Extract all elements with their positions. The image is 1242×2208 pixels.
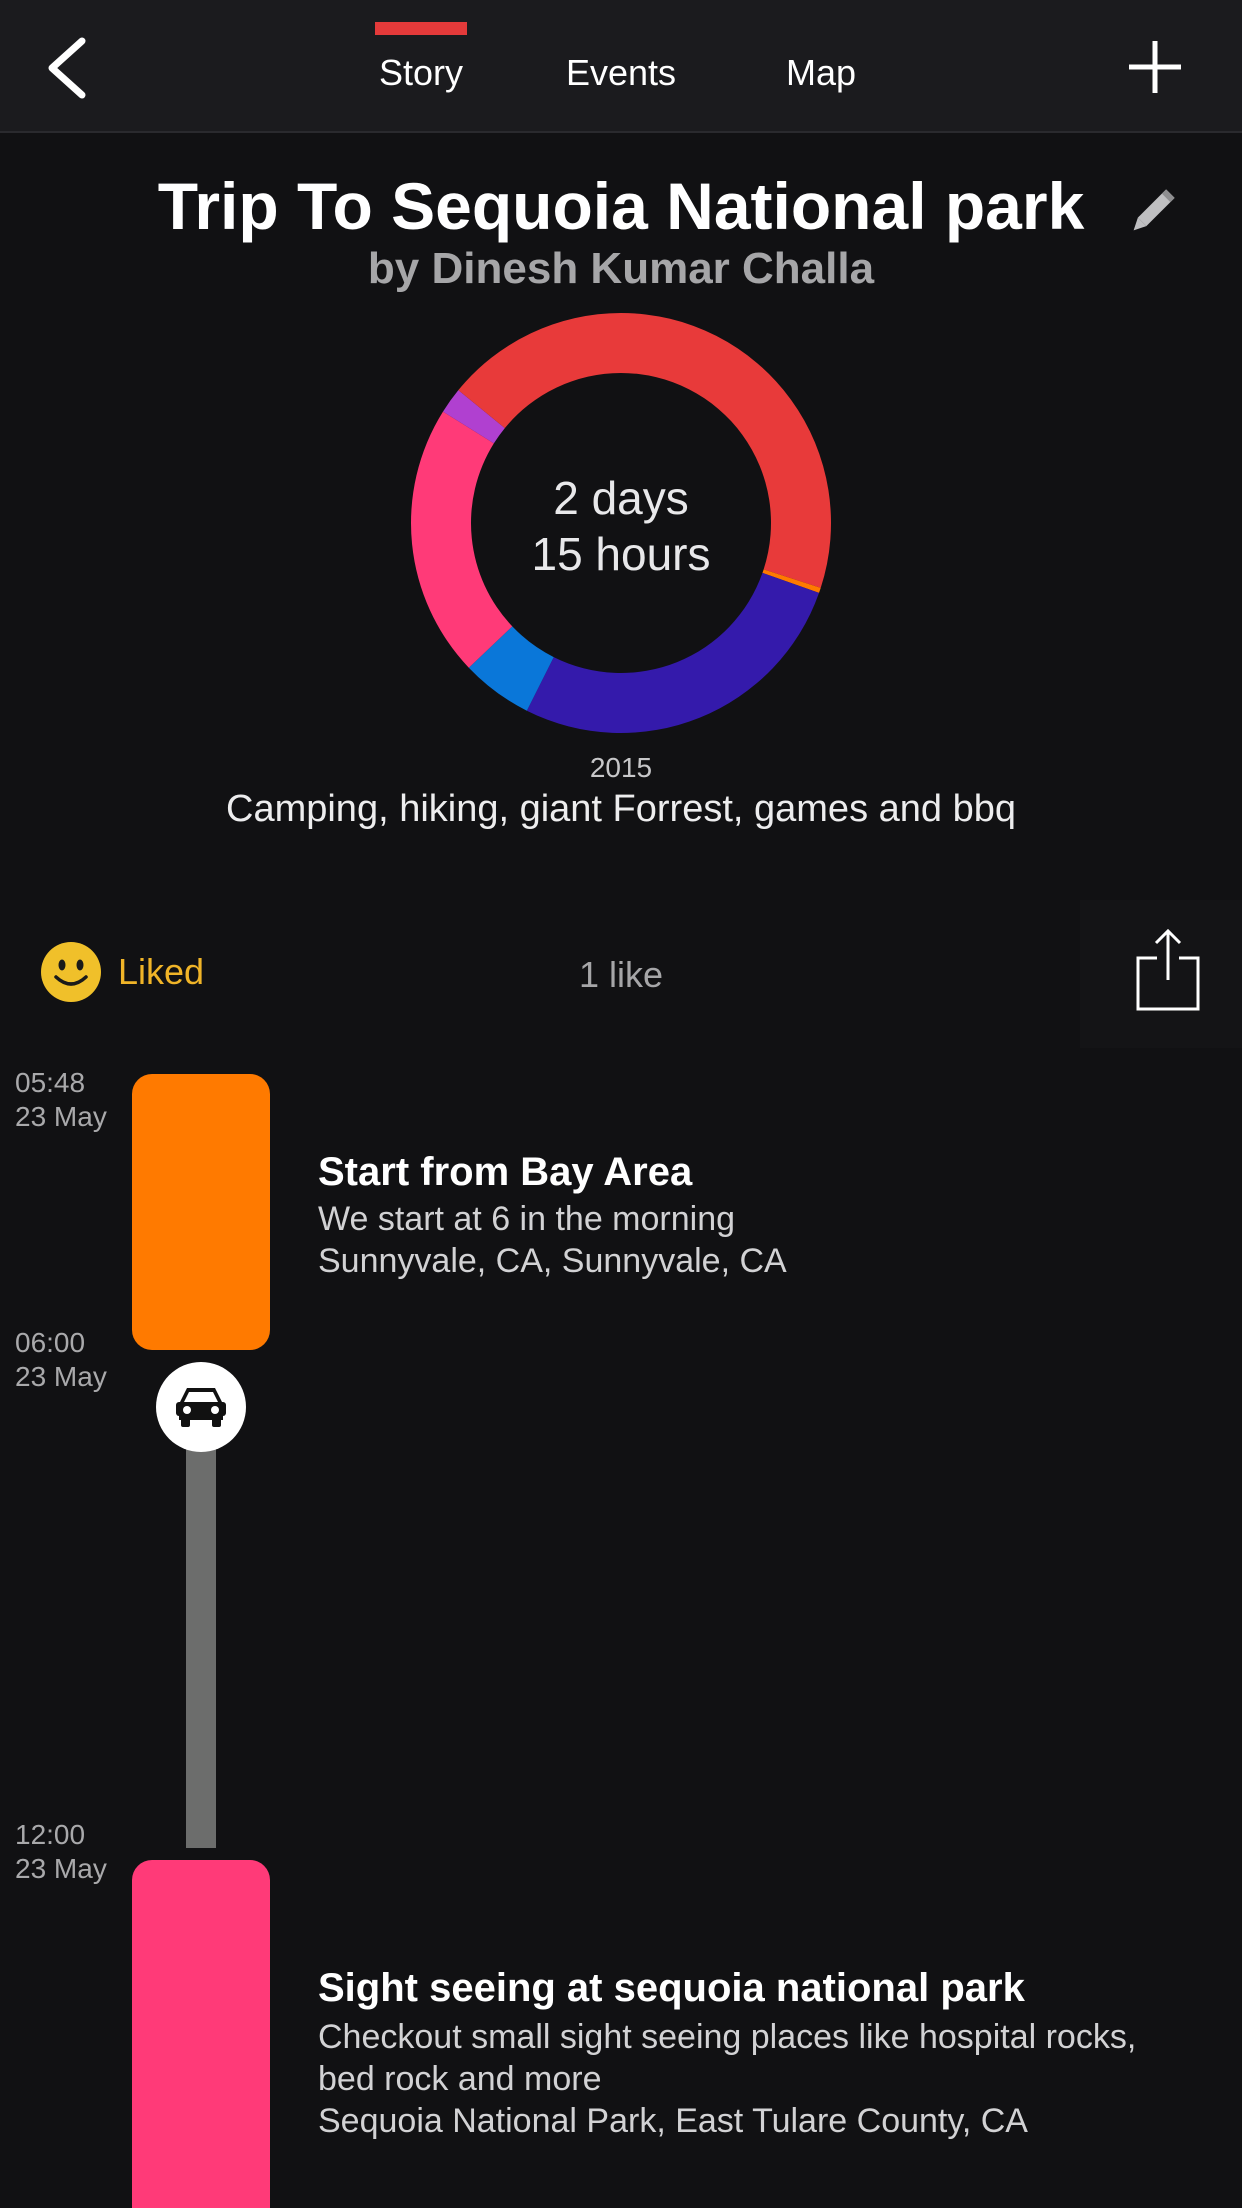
story-author: by Dinesh Kumar Challa bbox=[367, 244, 875, 293]
timeline-time-1: 05:48 23 May bbox=[15, 1066, 107, 1134]
duration-hours: 15 hours bbox=[531, 528, 711, 580]
date-value: 23 May bbox=[15, 1101, 107, 1132]
event-block-sightseeing[interactable] bbox=[132, 1860, 270, 2208]
duration-days: 2 days bbox=[553, 472, 689, 524]
transport-connector bbox=[186, 1440, 216, 1848]
event-description-sightseeing-line2: bed rock and more bbox=[318, 2060, 602, 2098]
transport-marker[interactable] bbox=[156, 1362, 246, 1452]
tab-map[interactable]: Map bbox=[760, 0, 882, 133]
back-button[interactable] bbox=[22, 28, 112, 108]
tab-map-label: Map bbox=[785, 52, 857, 93]
duration-label: 2 days 15 hours bbox=[409, 470, 833, 582]
share-button[interactable] bbox=[1135, 928, 1201, 1012]
timeline-time-2: 06:00 23 May bbox=[15, 1326, 107, 1394]
time-value: 12:00 bbox=[15, 1819, 86, 1850]
tab-events-label: Events bbox=[565, 52, 677, 93]
plus-icon bbox=[1129, 41, 1181, 93]
event-location-sightseeing: Sequoia National Park, East Tulare Count… bbox=[318, 2102, 1028, 2140]
timeline-time-3: 12:00 23 May bbox=[15, 1818, 107, 1886]
event-title-sightseeing[interactable]: Sight seeing at sequoia national park bbox=[318, 1966, 1025, 2011]
likes-count: 1 like bbox=[578, 954, 664, 995]
story-description: Camping, hiking, giant Forrest, games an… bbox=[226, 788, 1016, 830]
tab-events[interactable]: Events bbox=[545, 0, 697, 133]
date-value: 23 May bbox=[15, 1853, 107, 1884]
top-nav-bar: Story Events Map bbox=[0, 0, 1242, 133]
date-value: 23 May bbox=[15, 1361, 107, 1392]
event-location-start: Sunnyvale, CA, Sunnyvale, CA bbox=[318, 1242, 787, 1280]
time-value: 05:48 bbox=[15, 1067, 86, 1098]
story-title: Trip To Sequoia National park bbox=[157, 169, 1085, 243]
event-description-start: We start at 6 in the morning bbox=[318, 1200, 736, 1238]
edit-button[interactable] bbox=[1120, 180, 1184, 244]
event-description-sightseeing-line1: Checkout small sight seeing places like … bbox=[318, 2018, 1137, 2056]
tab-story-label: Story bbox=[378, 52, 464, 93]
event-block-start[interactable] bbox=[132, 1074, 270, 1350]
story-year: 2015 bbox=[589, 752, 653, 783]
chevron-left-icon bbox=[48, 37, 86, 99]
tab-story[interactable]: Story bbox=[350, 0, 492, 133]
event-title-start[interactable]: Start from Bay Area bbox=[318, 1150, 692, 1195]
donut-segment-3 bbox=[526, 572, 820, 733]
share-icon bbox=[1136, 928, 1200, 1011]
time-value: 06:00 bbox=[15, 1327, 86, 1358]
car-icon bbox=[176, 1388, 226, 1427]
pencil-icon bbox=[1133, 189, 1175, 231]
add-button[interactable] bbox=[1110, 22, 1200, 112]
